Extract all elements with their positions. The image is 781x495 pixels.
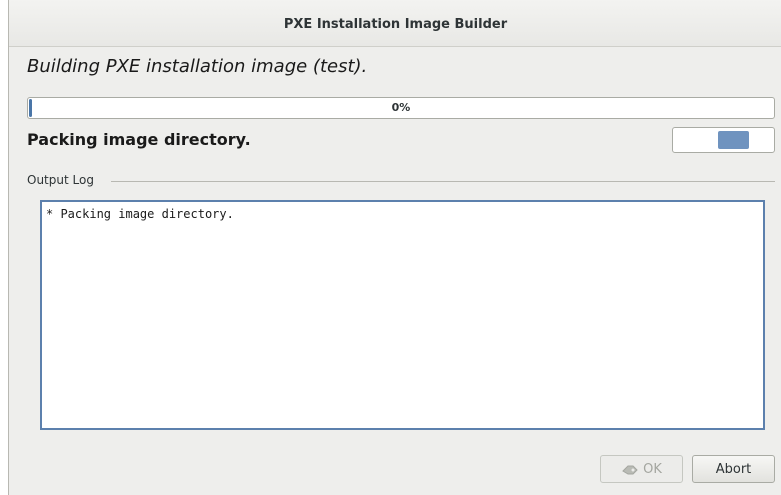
ok-button-label: OK xyxy=(643,461,662,477)
activity-indicator xyxy=(672,127,775,153)
status-text: Packing image directory. xyxy=(27,130,251,149)
title-bar[interactable]: PXE Installation Image Builder xyxy=(9,0,781,47)
window-title: PXE Installation Image Builder xyxy=(283,17,508,32)
abort-button-label: Abort xyxy=(715,461,752,477)
output-log-label: Output Log xyxy=(27,173,97,187)
progress-label: 0% xyxy=(391,101,411,114)
apply-icon xyxy=(621,462,639,476)
activity-block xyxy=(718,131,749,149)
progress-bar: 0% xyxy=(27,97,775,119)
dialog-window: PXE Installation Image Builder Building … xyxy=(8,0,781,495)
ok-button[interactable]: OK xyxy=(600,455,683,483)
frame-divider xyxy=(111,181,775,182)
abort-button[interactable]: Abort xyxy=(692,455,775,483)
output-log-textarea[interactable]: * Packing image directory. xyxy=(40,200,765,430)
page-heading: Building PXE installation image (test). xyxy=(27,56,368,77)
